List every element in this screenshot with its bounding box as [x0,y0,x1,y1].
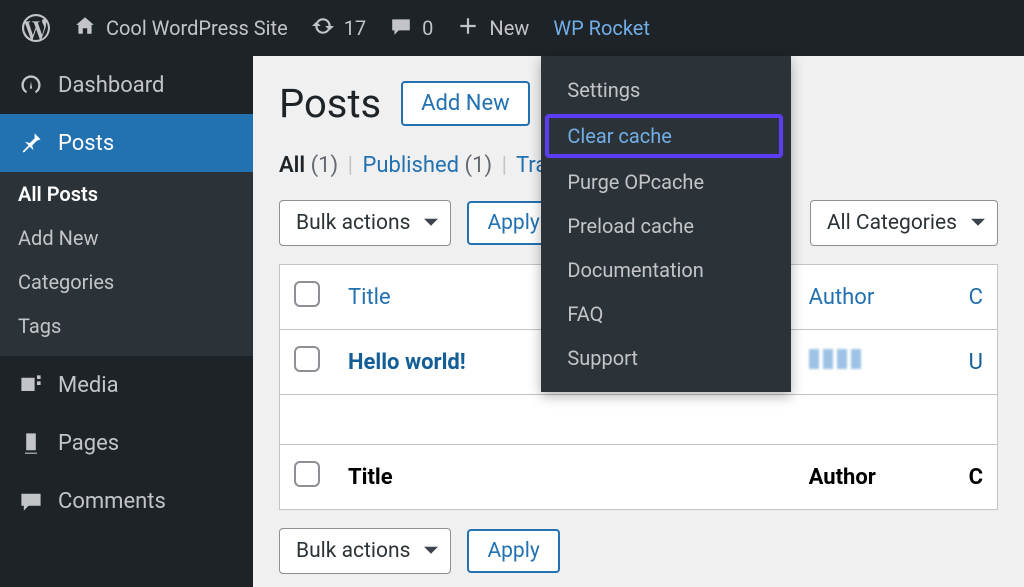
new-link[interactable]: New [445,0,541,56]
submenu-tags[interactable]: Tags [0,304,253,348]
sidebar-label-posts: Posts [58,131,114,156]
dashboard-icon [18,72,44,98]
pages-icon [18,430,44,456]
bulk-actions-select[interactable]: Bulk actions [279,200,451,246]
filter-all[interactable]: All (1) [279,153,344,178]
sidebar-item-posts[interactable]: Posts [0,114,253,172]
wprocket-support[interactable]: Support [541,336,791,380]
row-checkbox[interactable] [294,346,320,372]
wp-logo[interactable] [10,0,62,56]
sidebar-label-media: Media [58,373,119,398]
sidebar-item-dashboard[interactable]: Dashboard [0,56,253,114]
sidebar-label-dashboard: Dashboard [58,73,164,98]
column-categories-foot[interactable]: C [955,445,998,510]
media-icon [18,372,44,398]
pushpin-icon [18,130,44,156]
page-title: Posts [279,80,381,127]
wprocket-dropdown: Settings Clear cache Purge OPcache Prelo… [541,56,791,392]
column-author[interactable]: Author [795,265,955,330]
submenu-categories[interactable]: Categories [0,260,253,304]
author-blurred [809,349,865,369]
category-link[interactable]: U [969,350,983,375]
comment-icon [390,15,412,42]
sidebar-item-media[interactable]: Media [0,356,253,414]
wprocket-preload-cache[interactable]: Preload cache [541,204,791,248]
sidebar-item-comments[interactable]: Comments [0,472,253,530]
submenu-all-posts[interactable]: All Posts [0,172,253,216]
wprocket-documentation[interactable]: Documentation [541,248,791,292]
wprocket-clear-cache[interactable]: Clear cache [545,114,783,158]
column-categories[interactable]: C [955,265,998,330]
select-all-checkbox-top[interactable] [294,281,320,307]
sidebar-label-pages: Pages [58,431,119,456]
table-row-spacer [280,395,998,445]
admin-bar: Cool WordPress Site 17 0 New WP Rocket S… [0,0,1024,56]
plus-icon [457,15,479,42]
select-all-checkbox-bottom[interactable] [294,461,320,487]
filter-published[interactable]: Published (1) [362,153,497,178]
comments-count: 0 [422,16,433,40]
filter-all-label: All [279,153,305,178]
wprocket-settings[interactable]: Settings [541,68,791,112]
filter-published-label: Published [362,153,459,178]
bulk-actions-select-bottom[interactable]: Bulk actions [279,528,451,574]
wprocket-purge-opcache[interactable]: Purge OPcache [541,160,791,204]
comments-link[interactable]: 0 [378,0,445,56]
submenu-add-new[interactable]: Add New [0,216,253,260]
wprocket-menu-root[interactable]: WP Rocket Settings Clear cache Purge OPc… [541,0,662,56]
apply-button-bottom[interactable]: Apply [467,529,559,573]
filter-published-count: (1) [465,153,493,178]
column-author-foot[interactable]: Author [795,445,955,510]
wprocket-faq[interactable]: FAQ [541,292,791,336]
refresh-icon [312,15,334,42]
site-name-text: Cool WordPress Site [106,16,288,40]
updates-link[interactable]: 17 [300,0,378,56]
filter-all-count: (1) [311,153,339,178]
home-icon [74,15,96,42]
filter-separator: | [498,153,511,178]
new-label: New [489,16,529,40]
add-new-button[interactable]: Add New [401,81,530,126]
categories-filter-select[interactable]: All Categories [810,200,998,246]
bulk-actions-bar-bottom: Bulk actions Apply [279,528,998,574]
sidebar-label-comments: Comments [58,489,166,514]
comments-icon [18,488,44,514]
posts-submenu: All Posts Add New Categories Tags [0,172,253,356]
sidebar-item-pages[interactable]: Pages [0,414,253,472]
filter-separator: | [344,153,357,178]
updates-count: 17 [344,16,366,40]
post-title-link[interactable]: Hello world! [348,350,466,375]
column-title-foot[interactable]: Title [334,445,795,510]
wprocket-label: WP Rocket [553,16,650,40]
admin-sidebar: Dashboard Posts All Posts Add New Catego… [0,56,253,587]
site-name-link[interactable]: Cool WordPress Site [62,0,300,56]
